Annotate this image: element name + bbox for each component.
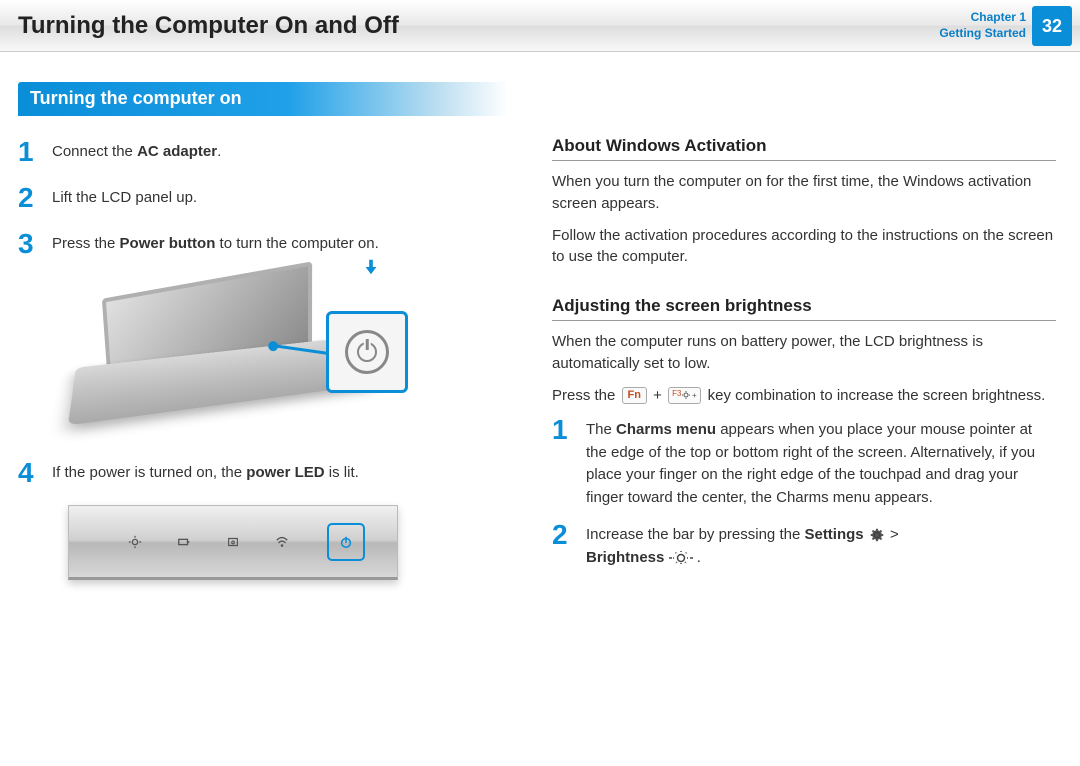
brightness-heading: Adjusting the screen brightness	[552, 296, 1056, 321]
step-4: 4 If the power is turned on, the power L…	[18, 459, 522, 487]
step-text: The Charms menu appears when you place y…	[586, 416, 1056, 509]
power-led-highlight	[327, 523, 365, 561]
step-number: 3	[18, 230, 52, 258]
step-text: Press the Power button to turn the compu…	[52, 230, 379, 258]
brightness-key-combo: Press the Fn + F3+ key combination to in…	[552, 385, 1056, 407]
brightness-p1: When the computer runs on battery power,…	[552, 331, 1056, 375]
step-number: 1	[18, 138, 52, 166]
right-step-2: 2 Increase the bar by pressing the Setti…	[552, 521, 1056, 569]
step-text: If the power is turned on, the power LED…	[52, 459, 359, 487]
chapter-line-1: Chapter 1	[939, 10, 1026, 26]
power-led-icon	[339, 535, 353, 549]
brightness-led-icon	[128, 535, 142, 549]
page-header: Turning the Computer On and Off Chapter …	[0, 0, 1080, 52]
wireless-led-icon	[275, 535, 289, 549]
f3-brightness-key-icon: F3+	[668, 387, 701, 404]
activation-p2: Follow the activation procedures accordi…	[552, 225, 1056, 269]
step-1: 1 Connect the AC adapter.	[18, 138, 522, 166]
battery-led-icon	[177, 535, 191, 549]
chapter-line-2: Getting Started	[939, 26, 1026, 42]
step-number: 1	[552, 416, 586, 509]
step-3: 3 Press the Power button to turn the com…	[18, 230, 522, 258]
settings-gear-icon	[868, 526, 886, 544]
right-column: About Windows Activation When you turn t…	[552, 82, 1056, 581]
step-text: Lift the LCD panel up.	[52, 184, 197, 212]
step-number: 2	[552, 521, 586, 569]
power-button-callout	[326, 311, 408, 393]
laptop-illustration	[58, 276, 408, 441]
led-strip-illustration	[68, 505, 398, 580]
step-text: Connect the AC adapter.	[52, 138, 221, 166]
page-title: Turning the Computer On and Off	[18, 12, 399, 40]
step-number: 2	[18, 184, 52, 212]
chapter-info: Chapter 1 Getting Started	[939, 10, 1026, 41]
press-arrow-icon	[362, 258, 380, 276]
step-number: 4	[18, 459, 52, 487]
step-text: Increase the bar by pressing the Setting…	[586, 521, 899, 569]
activation-heading: About Windows Activation	[552, 136, 1056, 161]
power-button-icon	[345, 330, 389, 374]
svg-text:+: +	[692, 391, 697, 400]
fn-key-icon: Fn	[622, 387, 647, 404]
section-heading-banner: Turning the computer on	[18, 82, 508, 116]
header-right: Chapter 1 Getting Started 32	[939, 0, 1080, 52]
disk-led-icon	[226, 535, 240, 549]
right-step-1: 1 The Charms menu appears when you place…	[552, 416, 1056, 509]
step-2: 2 Lift the LCD panel up.	[18, 184, 522, 212]
activation-p1: When you turn the computer on for the fi…	[552, 171, 1056, 215]
brightness-sun-icon	[669, 549, 693, 567]
left-column: Turning the computer on 1 Connect the AC…	[18, 82, 522, 581]
page-number-badge: 32	[1032, 6, 1072, 46]
